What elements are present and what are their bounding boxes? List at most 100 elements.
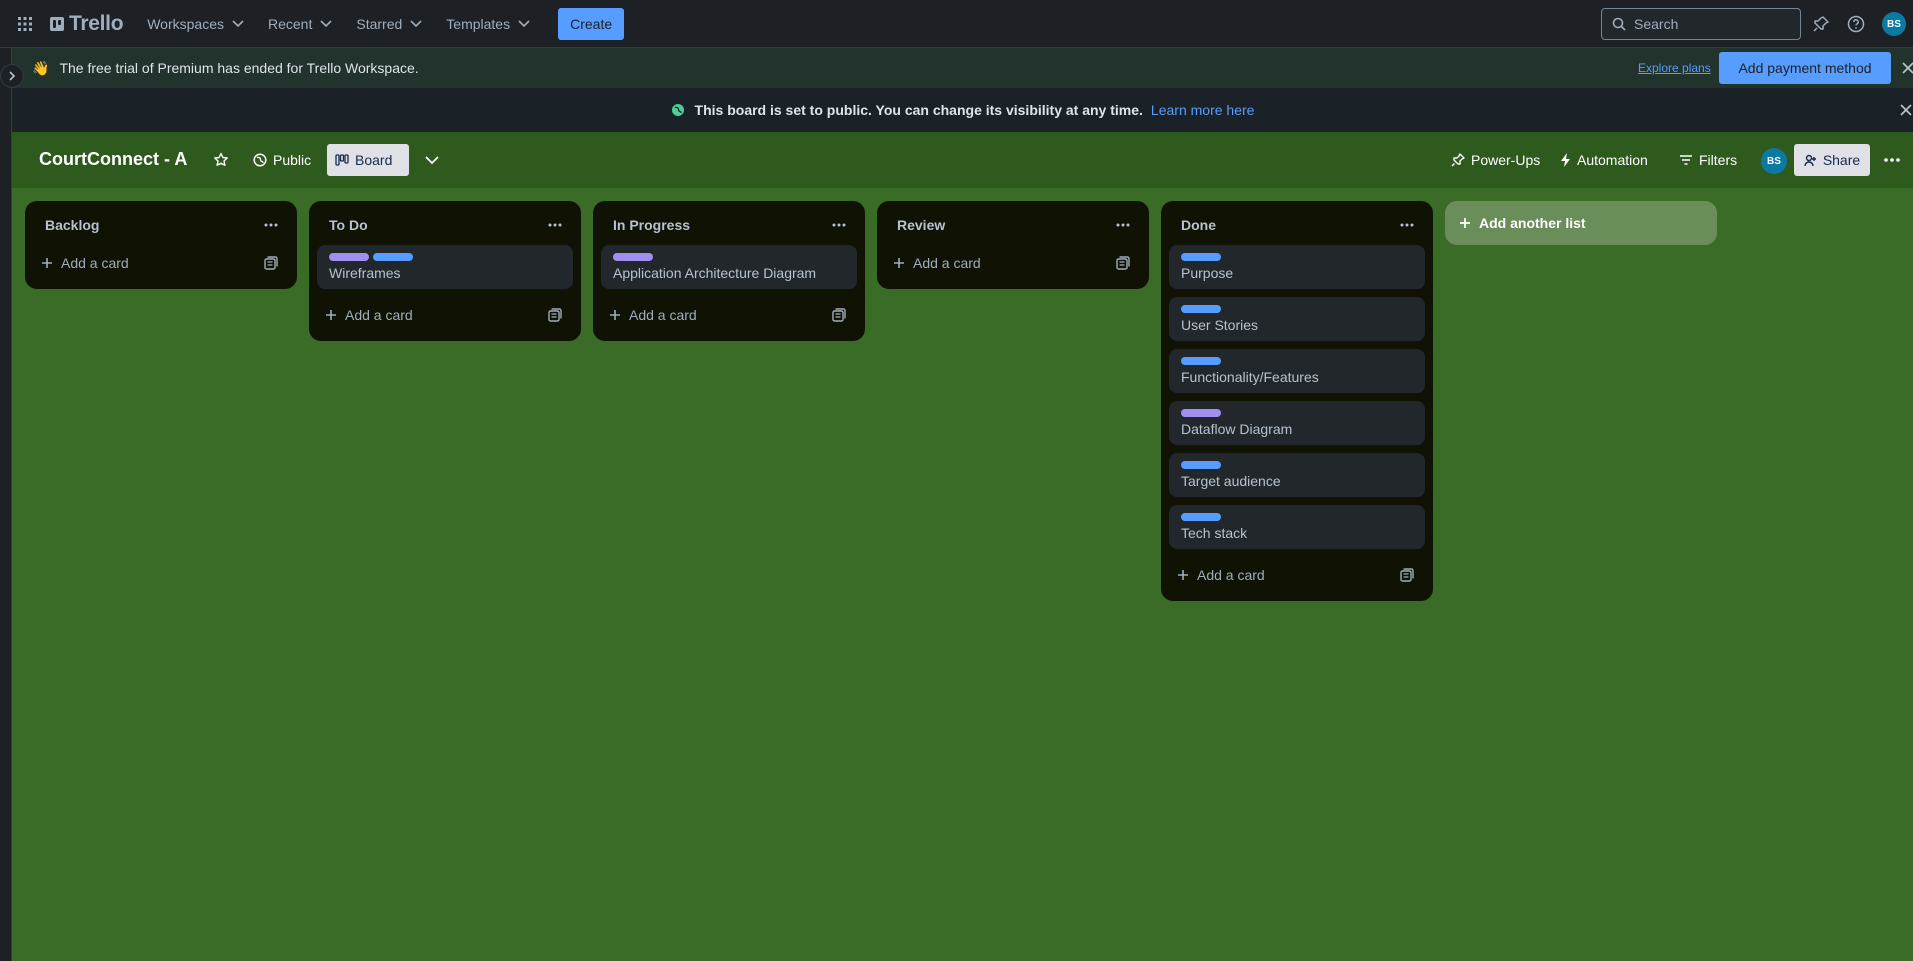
- create-button[interactable]: Create: [558, 7, 625, 40]
- search-icon: [1612, 17, 1626, 31]
- list-actions-icon[interactable]: [1111, 213, 1135, 237]
- rocket-icon: [1451, 153, 1465, 167]
- add-card-button[interactable]: Add a card: [325, 307, 413, 323]
- card[interactable]: Tech stack: [1169, 505, 1425, 549]
- nav-recent[interactable]: Recent: [258, 8, 342, 40]
- label-purple: [1181, 409, 1221, 417]
- nav-starred[interactable]: Starred: [346, 8, 432, 40]
- board-view-tab[interactable]: Board: [327, 144, 409, 176]
- label-blue: [1181, 513, 1221, 521]
- add-card-button[interactable]: Add a card: [893, 255, 981, 271]
- user-avatar[interactable]: BS: [1882, 12, 1906, 36]
- list-actions-icon[interactable]: [543, 213, 567, 237]
- card-title: Application Architecture Diagram: [613, 265, 817, 281]
- board-menu-icon[interactable]: [1876, 144, 1908, 176]
- card[interactable]: Wireframes: [317, 245, 573, 289]
- card-title: Functionality/Features: [1181, 369, 1319, 385]
- expand-sidebar-button[interactable]: [0, 64, 24, 88]
- plus-icon: [1177, 569, 1189, 581]
- card[interactable]: Dataflow Diagram: [1169, 401, 1425, 445]
- plus-icon: [325, 309, 337, 321]
- power-ups-button[interactable]: Power-Ups: [1443, 144, 1548, 176]
- card[interactable]: Target audience: [1169, 453, 1425, 497]
- chevron-down-icon: [518, 19, 530, 27]
- add-card-row: Add a card: [885, 245, 1141, 281]
- star-icon[interactable]: [205, 144, 237, 176]
- list-header: To Do: [317, 205, 573, 245]
- explore-plans-link[interactable]: Explore plans: [1638, 61, 1711, 75]
- notifications-icon[interactable]: [1809, 12, 1833, 36]
- add-card-row: Add a card: [317, 297, 573, 333]
- add-card-button[interactable]: Add a card: [41, 255, 129, 271]
- list-title[interactable]: Backlog: [45, 217, 99, 233]
- list-header: Review: [885, 205, 1141, 245]
- add-card-button[interactable]: Add a card: [609, 307, 697, 323]
- app-switcher-icon[interactable]: [12, 11, 38, 37]
- card[interactable]: Application Architecture Diagram: [601, 245, 857, 289]
- search-input[interactable]: Search: [1601, 8, 1801, 40]
- card[interactable]: Purpose: [1169, 245, 1425, 289]
- plus-icon: [893, 257, 905, 269]
- globe-icon: [671, 104, 684, 116]
- board-member-avatar[interactable]: BS: [1761, 148, 1787, 174]
- automation-button[interactable]: Automation: [1553, 144, 1656, 176]
- list-to-do: To Do Wireframes Add a card: [309, 201, 581, 341]
- create-from-template-icon[interactable]: [1113, 253, 1133, 273]
- help-icon[interactable]: [1844, 12, 1868, 36]
- visibility-button[interactable]: Public: [245, 144, 319, 176]
- nav-menu: Workspaces Recent Starred Templates: [137, 8, 544, 40]
- card-labels: [1181, 461, 1413, 469]
- premium-banner: 👋 The free trial of Premium has ended fo…: [12, 48, 1913, 88]
- create-from-template-icon[interactable]: [1397, 565, 1417, 585]
- share-button[interactable]: Share: [1794, 144, 1870, 176]
- add-card-label: Add a card: [1197, 567, 1265, 583]
- nav-workspaces[interactable]: Workspaces: [137, 8, 254, 40]
- create-from-template-icon[interactable]: [261, 253, 281, 273]
- label-blue: [1181, 461, 1221, 469]
- add-card-button[interactable]: Add a card: [1177, 567, 1265, 583]
- list-title[interactable]: To Do: [329, 217, 368, 233]
- close-icon[interactable]: [1894, 98, 1913, 122]
- create-from-template-icon[interactable]: [545, 305, 565, 325]
- learn-more-link[interactable]: Learn more here: [1151, 102, 1255, 118]
- globe-icon: [253, 153, 267, 167]
- add-payment-method-button[interactable]: Add payment method: [1719, 52, 1891, 84]
- create-from-template-icon[interactable]: [829, 305, 849, 325]
- label-blue: [1181, 357, 1221, 365]
- card[interactable]: User Stories: [1169, 297, 1425, 341]
- card-title: User Stories: [1181, 317, 1259, 333]
- sidebar-collapsed: [0, 48, 12, 961]
- list-actions-icon[interactable]: [259, 213, 283, 237]
- label-purple: [613, 253, 653, 261]
- chevron-down-icon: [320, 19, 332, 27]
- nav-templates-label: Templates: [446, 15, 511, 32]
- list-in-progress: In Progress Application Architecture Diag…: [593, 201, 865, 341]
- add-list-button[interactable]: Add another list: [1445, 201, 1717, 245]
- trello-logo-icon: [50, 16, 64, 31]
- label-blue: [1181, 305, 1221, 313]
- close-icon[interactable]: [1896, 56, 1913, 80]
- add-card-label: Add a card: [629, 307, 697, 323]
- premium-banner-text: The free trial of Premium has ended for …: [59, 60, 419, 76]
- card-labels: [1181, 409, 1413, 417]
- card[interactable]: Functionality/Features: [1169, 349, 1425, 393]
- add-list-label: Add another list: [1479, 215, 1586, 231]
- filters-button[interactable]: Filters: [1671, 144, 1745, 176]
- list-title[interactable]: Done: [1181, 217, 1216, 233]
- list-title[interactable]: In Progress: [613, 217, 690, 233]
- board-title[interactable]: CourtConnect - A: [39, 149, 187, 170]
- chevron-down-icon: [425, 155, 439, 164]
- trello-logo[interactable]: Trello: [50, 12, 124, 36]
- views-dropdown-button[interactable]: [416, 144, 448, 176]
- card-title: Purpose: [1181, 265, 1234, 281]
- list-header: Backlog: [33, 205, 289, 245]
- nav-templates[interactable]: Templates: [436, 8, 540, 40]
- chevron-down-icon: [232, 19, 244, 27]
- list-done: Done Purpose User Stories Functionality/Fea…: [1161, 201, 1433, 601]
- list-title[interactable]: Review: [897, 217, 945, 233]
- card-title: Wireframes: [329, 265, 401, 281]
- list-actions-icon[interactable]: [1395, 213, 1419, 237]
- card-labels: [1181, 513, 1413, 521]
- list-actions-icon[interactable]: [827, 213, 851, 237]
- filters-label: Filters: [1699, 152, 1738, 168]
